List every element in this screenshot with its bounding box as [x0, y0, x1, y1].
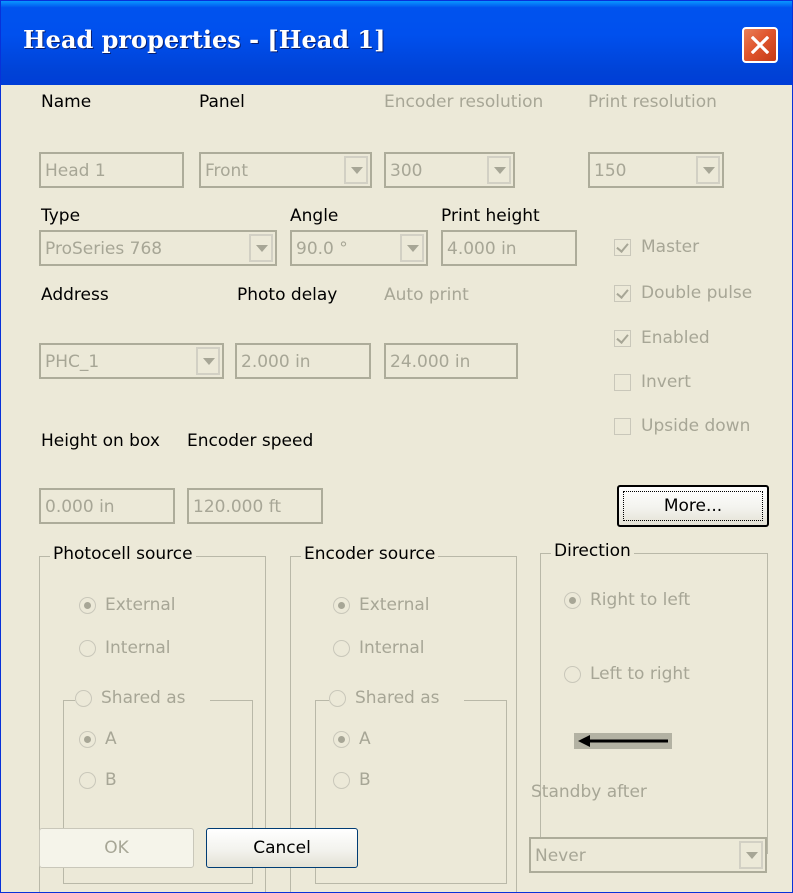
panel-label: Panel	[199, 92, 245, 112]
encoder-shared-as-radio[interactable]: Shared as	[329, 688, 464, 711]
encoder-resolution-value: 300	[390, 161, 423, 181]
more-button[interactable]: More...	[617, 485, 769, 527]
radio-icon	[329, 690, 346, 707]
height-on-box-value: 0.000 in	[45, 497, 115, 517]
address-combo[interactable]: PHC_1	[39, 343, 224, 379]
type-label: Type	[41, 206, 81, 226]
double-pulse-label: Double pulse	[641, 283, 753, 303]
arrow-left-icon	[574, 733, 672, 749]
auto-print-value: 24.000 in	[390, 352, 471, 372]
print-height-field[interactable]: 4.000 in	[441, 230, 577, 266]
close-icon	[751, 36, 769, 54]
checkmark-icon	[614, 285, 631, 302]
right-to-left-label: Right to left	[590, 590, 691, 610]
photocell-source-title: Photocell source	[50, 544, 196, 564]
angle-combo[interactable]: 90.0 °	[290, 230, 428, 266]
more-button-label: More...	[663, 496, 723, 516]
chevron-down-icon[interactable]	[739, 841, 763, 869]
chevron-down-icon[interactable]	[196, 347, 220, 375]
panel-combo[interactable]: Front	[199, 152, 372, 188]
print-resolution-label: Print resolution	[588, 92, 717, 112]
encoder-source-title: Encoder source	[301, 544, 439, 564]
cancel-button-label: Cancel	[253, 838, 311, 858]
panel-value: Front	[205, 161, 248, 181]
print-resolution-value: 150	[594, 161, 627, 181]
photocell-b-label: B	[105, 770, 117, 790]
radio-selected-icon	[333, 597, 350, 614]
name-label: Name	[41, 92, 92, 112]
encoder-external-label: External	[359, 595, 430, 615]
radio-icon	[333, 640, 350, 657]
encoder-speed-value: 120.000 ft	[193, 497, 282, 517]
photo-delay-label: Photo delay	[237, 285, 338, 305]
checkbox-icon	[614, 418, 631, 435]
radio-icon	[79, 640, 96, 657]
print-height-value: 4.000 in	[447, 239, 517, 259]
height-on-box-label: Height on box	[41, 431, 160, 451]
chevron-down-icon[interactable]	[249, 234, 273, 262]
photo-delay-field[interactable]: 2.000 in	[235, 343, 371, 379]
checkmark-icon	[614, 239, 631, 256]
chevron-down-icon[interactable]	[344, 156, 368, 184]
type-value: ProSeries 768	[45, 239, 163, 259]
checkmark-icon	[614, 330, 631, 347]
encoder-speed-label: Encoder speed	[187, 431, 314, 451]
ok-button[interactable]: OK	[39, 828, 194, 868]
cancel-button[interactable]: Cancel	[206, 828, 358, 868]
ok-button-label: OK	[104, 838, 129, 858]
close-button[interactable]	[742, 27, 778, 63]
checkbox-icon	[614, 374, 631, 391]
radio-selected-icon	[564, 592, 581, 609]
angle-value: 90.0 °	[296, 239, 348, 259]
standby-after-combo[interactable]: Never	[529, 837, 767, 873]
encoder-internal-label: Internal	[359, 638, 425, 658]
radio-icon	[564, 666, 581, 683]
encoder-resolution-combo[interactable]: 300	[384, 152, 515, 188]
photocell-a-label: A	[105, 729, 117, 749]
radio-icon	[79, 772, 96, 789]
radio-selected-icon	[79, 731, 96, 748]
enabled-label: Enabled	[641, 328, 710, 348]
master-label: Master	[641, 237, 700, 257]
photocell-internal-label: Internal	[105, 638, 171, 658]
dialog-body: Name Panel Encoder resolution Print reso…	[1, 85, 792, 892]
auto-print-field[interactable]: 24.000 in	[384, 343, 518, 379]
window-title: Head properties - [Head 1]	[23, 25, 386, 54]
title-bar[interactable]: Head properties - [Head 1]	[1, 1, 792, 85]
radio-icon	[333, 772, 350, 789]
photocell-external-label: External	[105, 595, 176, 615]
invert-label: Invert	[641, 372, 691, 392]
encoder-resolution-label: Encoder resolution	[384, 92, 544, 112]
encoder-speed-field[interactable]: 120.000 ft	[187, 488, 323, 524]
chevron-down-icon[interactable]	[487, 156, 511, 184]
address-value: PHC_1	[45, 352, 100, 372]
head-properties-dialog: Head properties - [Head 1] Name Panel En…	[0, 0, 793, 893]
name-value: Head 1	[45, 161, 106, 181]
left-to-right-label: Left to right	[590, 664, 690, 684]
chevron-down-icon[interactable]	[400, 234, 424, 262]
radio-selected-icon	[333, 731, 350, 748]
standby-after-value: Never	[535, 846, 586, 866]
standby-after-label: Standby after	[531, 782, 647, 802]
type-combo[interactable]: ProSeries 768	[39, 230, 277, 266]
address-label: Address	[41, 285, 109, 305]
direction-title: Direction	[551, 541, 634, 561]
height-on-box-field[interactable]: 0.000 in	[39, 488, 175, 524]
radio-selected-icon	[79, 597, 96, 614]
encoder-b-label: B	[359, 770, 371, 790]
print-height-label: Print height	[441, 206, 540, 226]
name-field[interactable]: Head 1	[39, 152, 184, 188]
encoder-a-label: A	[359, 729, 371, 749]
angle-label: Angle	[290, 206, 339, 226]
auto-print-label: Auto print	[384, 285, 469, 305]
photocell-shared-as-radio[interactable]: Shared as	[75, 688, 210, 711]
photo-delay-value: 2.000 in	[241, 352, 311, 372]
photocell-shared-as-label: Shared as	[101, 688, 186, 708]
encoder-shared-as-label: Shared as	[355, 688, 440, 708]
upside-down-label: Upside down	[641, 416, 751, 436]
print-resolution-combo[interactable]: 150	[588, 152, 724, 188]
radio-icon	[75, 690, 92, 707]
chevron-down-icon[interactable]	[696, 156, 720, 184]
